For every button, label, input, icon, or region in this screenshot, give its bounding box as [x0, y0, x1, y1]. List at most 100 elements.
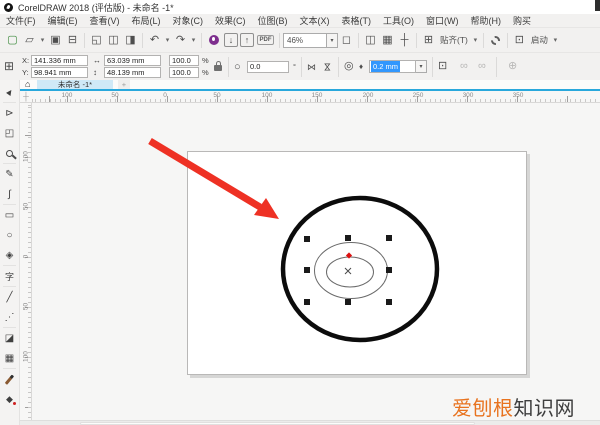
- y-position-field[interactable]: 98.941 mm: [31, 67, 88, 78]
- open-icon[interactable]: ▱: [21, 32, 38, 49]
- object-height-field[interactable]: 48.139 mm: [104, 67, 161, 78]
- selection-handle[interactable]: [304, 267, 310, 273]
- redo-dropdown-icon[interactable]: ▾: [189, 32, 198, 49]
- property-bar: ⊞ X: 141.336 mm Y: 98.941 mm ↔ 63.039 mm…: [0, 52, 600, 80]
- lock-ratio-icon[interactable]: [214, 65, 222, 71]
- freehand-tool[interactable]: ✎: [0, 164, 19, 184]
- menu-layout[interactable]: 布局(L): [126, 14, 167, 27]
- outline-width-combobox[interactable]: 0.2 mm: [369, 60, 416, 73]
- corner-roundness-icon[interactable]: ◎: [344, 60, 354, 72]
- menu-view[interactable]: 查看(V): [84, 14, 126, 27]
- import-icon[interactable]: ↓: [224, 33, 238, 47]
- rectangle-tool[interactable]: ▭: [0, 205, 19, 225]
- launch-dropdown-icon[interactable]: ▾: [551, 32, 560, 49]
- add-anchor-icon: ⊕: [508, 60, 517, 72]
- ellipse-tool[interactable]: ○: [0, 225, 19, 245]
- menu-bitmaps[interactable]: 位图(B): [252, 14, 294, 27]
- toolbar-separator: [483, 33, 484, 48]
- middle-ellipse-object[interactable]: [315, 243, 388, 299]
- zoom-level-combobox[interactable]: 46%: [283, 33, 327, 48]
- paste-icon[interactable]: ◨: [122, 32, 139, 49]
- canvas-objects: [32, 103, 600, 425]
- pick-tool[interactable]: ►: [0, 82, 19, 102]
- publish-pdf-icon[interactable]: PDF: [257, 35, 274, 45]
- zoom-level-dropdown-icon[interactable]: ▾: [327, 33, 338, 48]
- menu-window[interactable]: 窗口(W): [420, 14, 465, 27]
- snap-off-icon[interactable]: ⊞: [420, 32, 437, 49]
- outline-width-dropdown-icon[interactable]: ▾: [416, 60, 427, 73]
- ruler-origin-button[interactable]: ┼: [20, 91, 32, 103]
- document-tab-active[interactable]: 未命名 -1*: [37, 80, 113, 89]
- show-guidelines-icon[interactable]: ┼: [396, 32, 413, 49]
- wrap-text-icon[interactable]: ⊡: [438, 60, 447, 72]
- drop-shadow-tool[interactable]: ◪: [0, 328, 19, 348]
- vertical-ruler[interactable]: 100 50 0 50 100: [20, 103, 32, 425]
- color-eyedropper-tool[interactable]: [0, 369, 19, 389]
- scale-vertical-field[interactable]: 100.0: [169, 67, 199, 78]
- fullscreen-preview-icon[interactable]: ◻: [338, 32, 355, 49]
- show-rulers-icon[interactable]: ◫: [362, 32, 379, 49]
- open-dropdown-icon[interactable]: ▾: [38, 32, 47, 49]
- drop-shadow-tool-icon: ◪: [5, 333, 14, 344]
- interactive-fill-tool[interactable]: ◆: [0, 389, 19, 409]
- selection-handle[interactable]: [386, 235, 392, 241]
- home-tab-icon[interactable]: ⌂: [25, 79, 30, 89]
- menu-buy[interactable]: 购买: [507, 14, 537, 27]
- menu-edit[interactable]: 编辑(E): [42, 14, 84, 27]
- copy-icon[interactable]: ◫: [105, 32, 122, 49]
- menu-tools[interactable]: 工具(O): [377, 14, 420, 27]
- launch-button[interactable]: 启动: [528, 34, 551, 46]
- redo-icon[interactable]: ↷: [172, 32, 189, 49]
- new-document-icon[interactable]: ▢: [4, 32, 21, 49]
- object-width-field[interactable]: 63.039 mm: [104, 55, 161, 66]
- horizontal-ruler[interactable]: 100 50 0 50 100 150 200 250 300 350: [32, 91, 600, 103]
- text-tool[interactable]: 字: [0, 266, 19, 286]
- curve-start-node[interactable]: [346, 252, 352, 258]
- snap-dropdown-icon[interactable]: ▾: [471, 32, 480, 49]
- export-icon[interactable]: ↑: [240, 33, 254, 47]
- selection-handle[interactable]: [345, 235, 351, 241]
- drawing-workspace[interactable]: [32, 103, 600, 425]
- paste-special-icon[interactable]: ◱: [88, 32, 105, 49]
- search-content-icon[interactable]: [209, 35, 219, 45]
- menu-help[interactable]: 帮助(H): [465, 14, 508, 27]
- mirror-vertical-icon[interactable]: ⋈: [322, 63, 334, 72]
- ruler-tick-label: 50: [213, 92, 220, 99]
- scale-horizontal-field[interactable]: 100.0: [169, 55, 199, 66]
- dimension-tool[interactable]: ╱: [0, 287, 19, 307]
- menu-table[interactable]: 表格(T): [336, 14, 378, 27]
- new-document-tab-button[interactable]: +: [118, 80, 130, 89]
- selection-handle[interactable]: [386, 299, 392, 305]
- launch-window-icon[interactable]: ⊡: [511, 32, 528, 49]
- zoom-tool[interactable]: [0, 143, 19, 163]
- inner-ellipse-object[interactable]: [327, 257, 374, 287]
- artistic-media-tool[interactable]: ∫: [0, 184, 19, 204]
- show-grid-icon[interactable]: ▦: [379, 32, 396, 49]
- menu-file[interactable]: 文件(F): [0, 14, 42, 27]
- ruler-tick-label: 300: [463, 92, 474, 99]
- undo-icon[interactable]: ↶: [146, 32, 163, 49]
- menu-text[interactable]: 文本(X): [294, 14, 336, 27]
- shape-tool[interactable]: ⊳: [0, 103, 19, 123]
- selection-handle[interactable]: [304, 236, 310, 242]
- selection-handle[interactable]: [345, 299, 351, 305]
- rotation-angle-field[interactable]: 0.0: [247, 61, 289, 73]
- save-icon[interactable]: ▣: [47, 32, 64, 49]
- menu-object[interactable]: 对象(C): [167, 14, 210, 27]
- transparency-tool[interactable]: ▦: [0, 348, 19, 368]
- polygon-tool[interactable]: ◈: [0, 245, 19, 265]
- undo-dropdown-icon[interactable]: ▾: [163, 32, 172, 49]
- outline-width-value: 0.2 mm: [371, 61, 400, 72]
- connector-tool[interactable]: ⋰: [0, 307, 19, 327]
- mirror-horizontal-icon[interactable]: ⋈: [307, 61, 316, 73]
- snap-to-button[interactable]: 贴齐(T): [437, 34, 471, 46]
- selection-handle[interactable]: [304, 299, 310, 305]
- crop-tool[interactable]: ◰: [0, 123, 19, 143]
- x-position-field[interactable]: 141.336 mm: [31, 55, 88, 66]
- print-icon[interactable]: ⊟: [64, 32, 81, 49]
- selection-handles[interactable]: [304, 235, 392, 305]
- selection-handle[interactable]: [386, 267, 392, 273]
- menu-effects[interactable]: 效果(C): [209, 14, 252, 27]
- options-gear-icon[interactable]: [491, 36, 500, 45]
- rectangle-tool-icon: ▭: [5, 210, 14, 221]
